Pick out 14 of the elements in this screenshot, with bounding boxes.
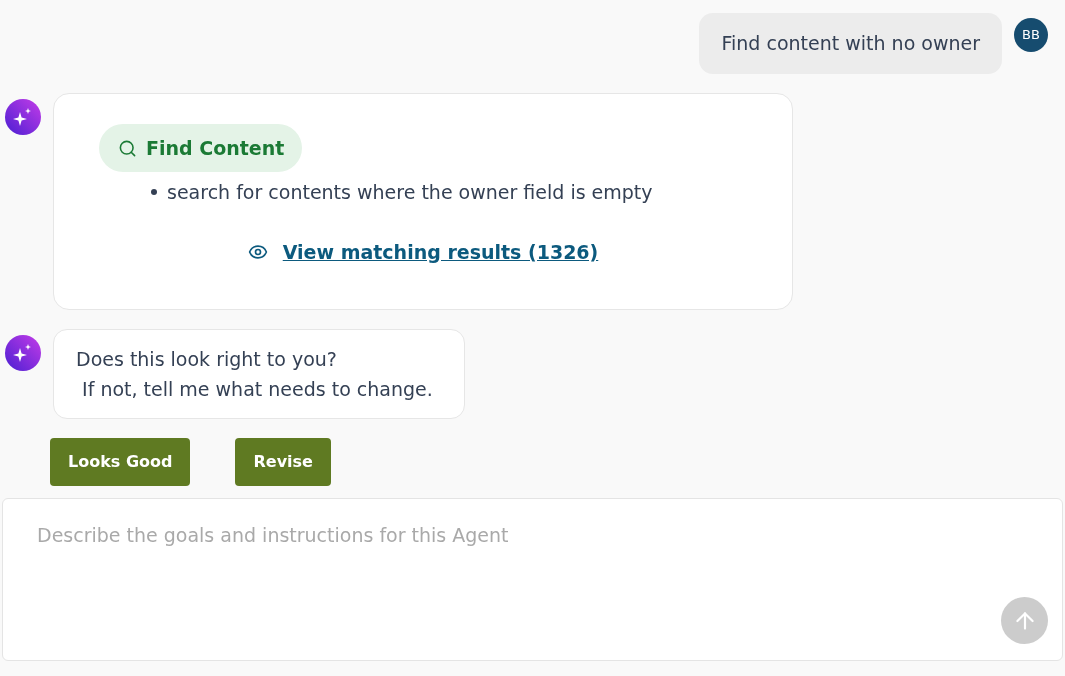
view-results-link[interactable]: View matching results (1326) bbox=[282, 238, 599, 266]
user-message-bubble: Find content with no owner bbox=[699, 13, 1002, 74]
eye-icon bbox=[247, 242, 268, 262]
message-input[interactable]: Describe the goals and instructions for this Agent bbox=[2, 498, 1063, 661]
user-avatar: BB bbox=[1014, 18, 1048, 52]
reply-button[interactable]: Revise bbox=[235, 438, 331, 486]
search-icon bbox=[118, 138, 137, 158]
sparkle-icon bbox=[5, 99, 41, 135]
message-bubble: Does this look right to you? If not, tell me what needs to change. bbox=[53, 329, 465, 419]
reply-button[interactable]: Looks Good bbox=[50, 438, 191, 486]
sparkle-icon bbox=[5, 335, 41, 371]
bullet-icon bbox=[151, 189, 157, 195]
bullet-text: search for contents where the owner field is empty bbox=[167, 180, 653, 205]
find-content-button[interactable]: Find Content bbox=[99, 124, 303, 172]
